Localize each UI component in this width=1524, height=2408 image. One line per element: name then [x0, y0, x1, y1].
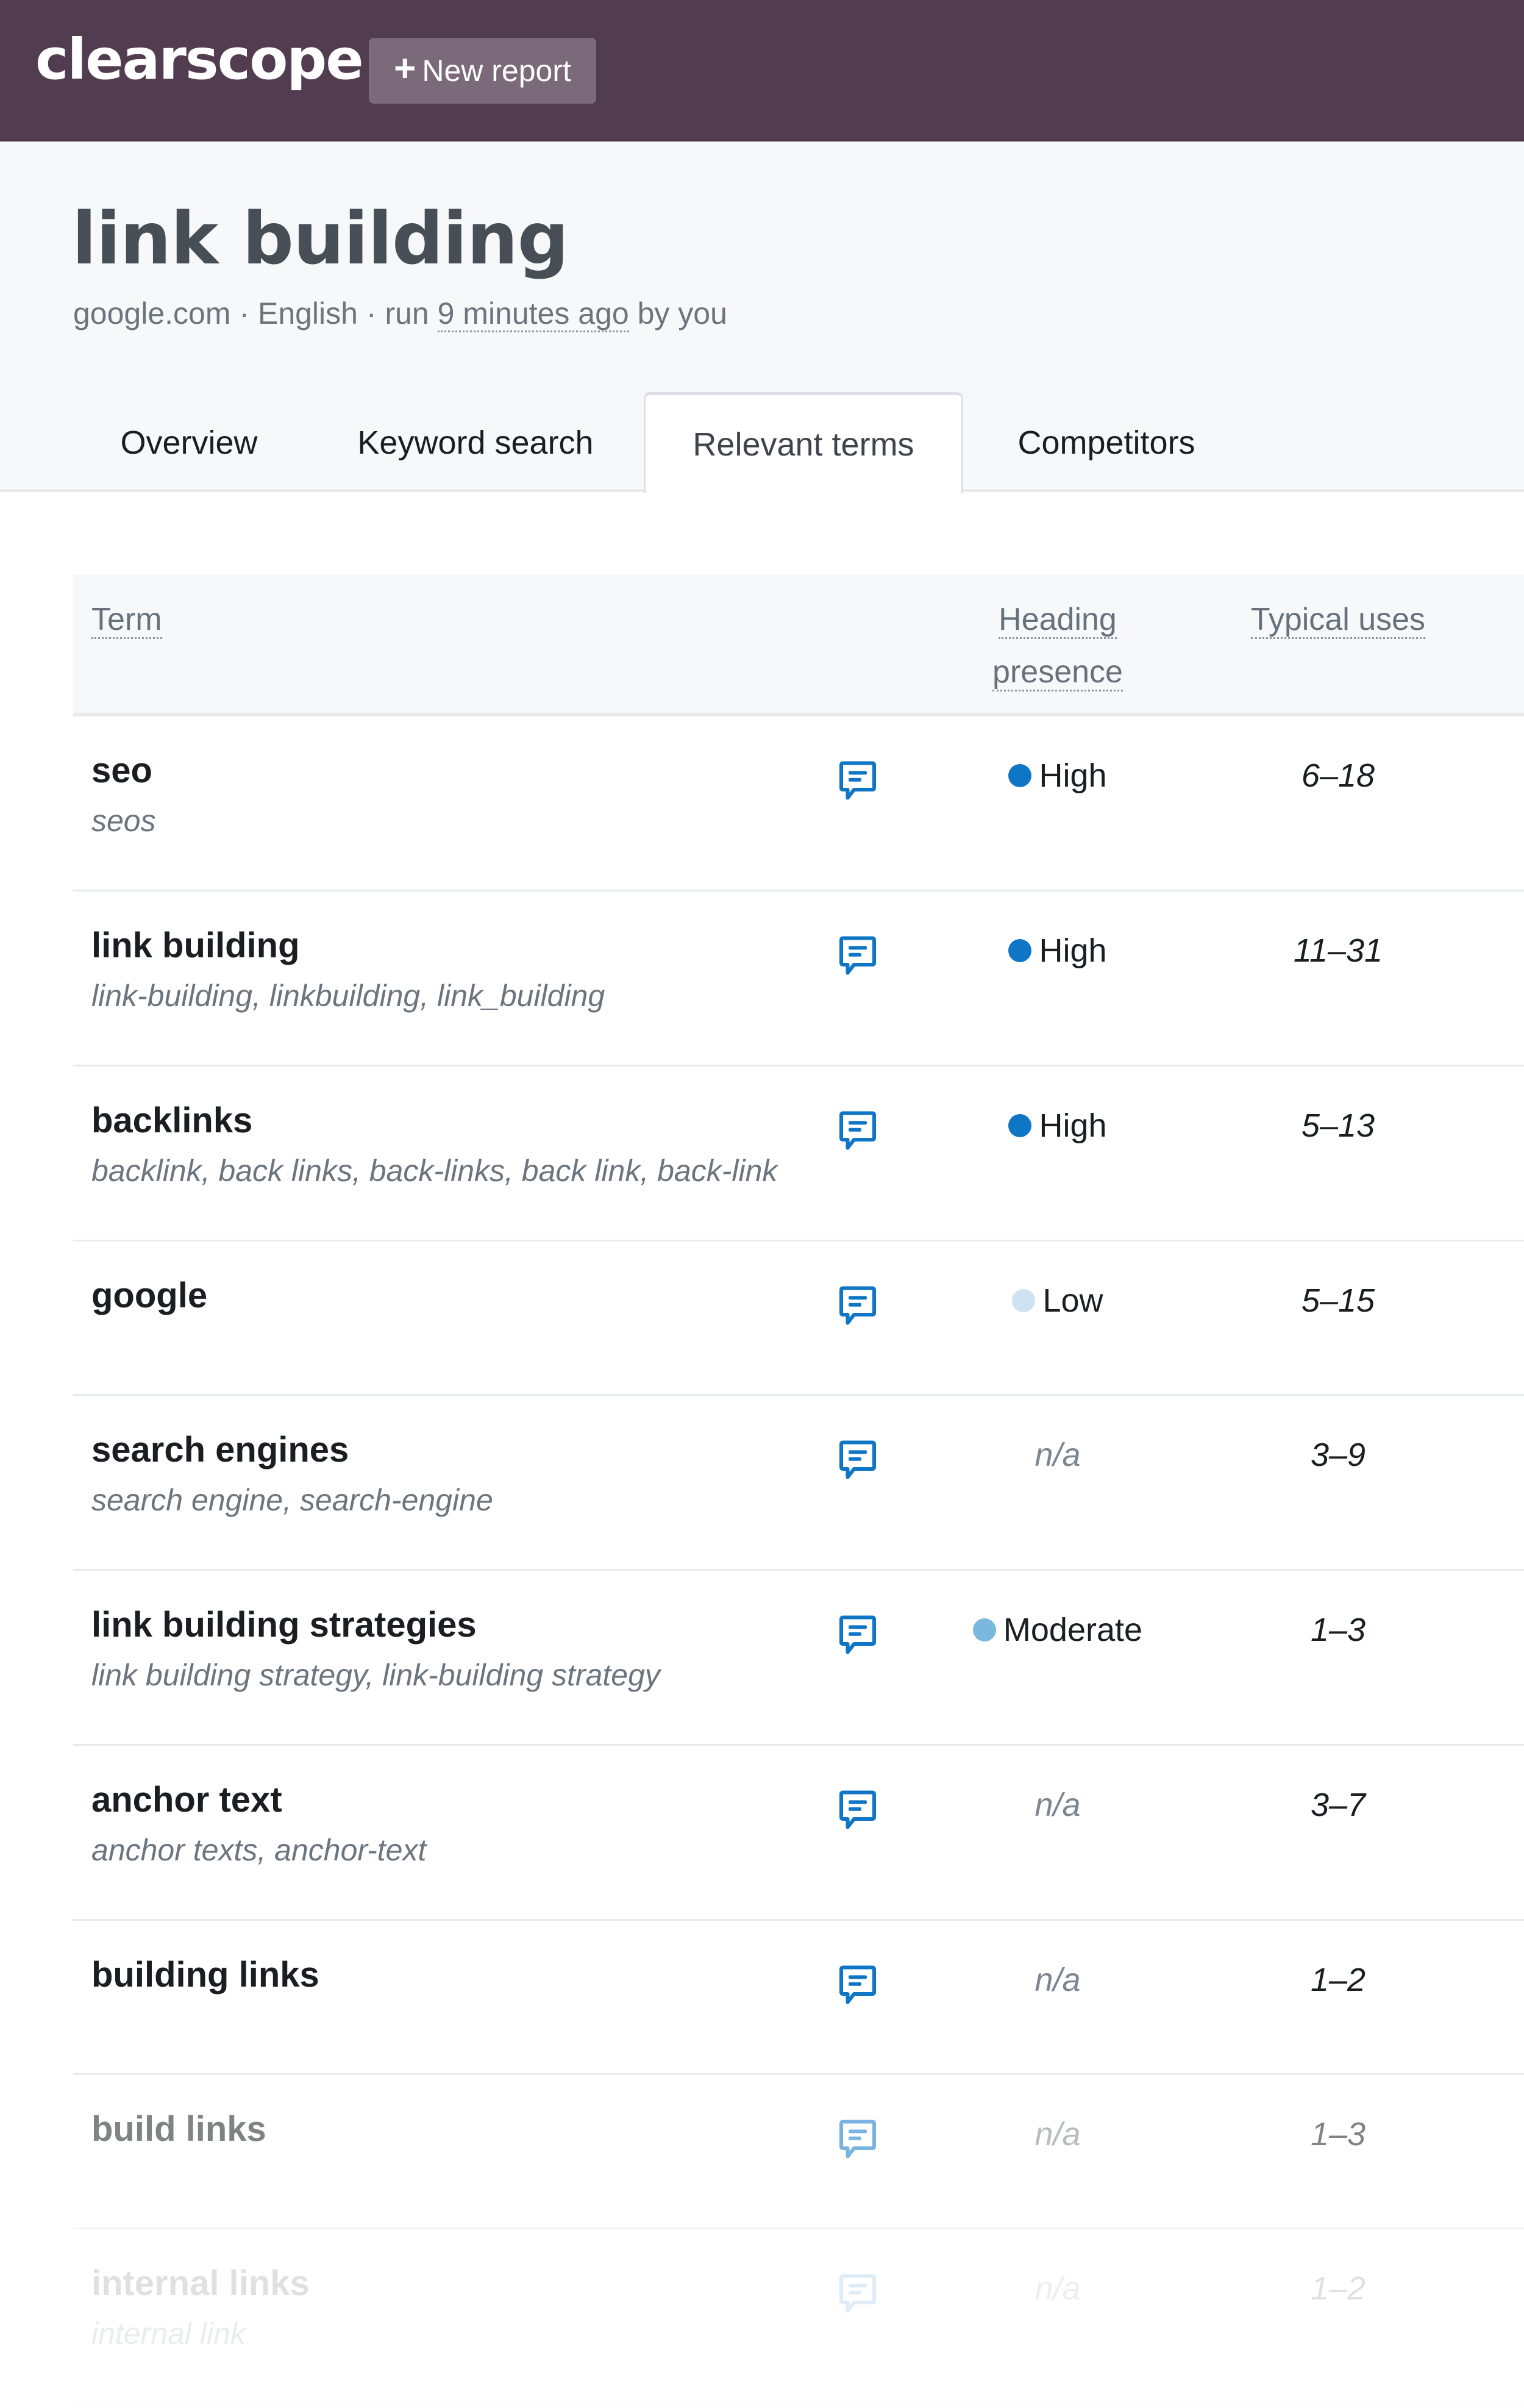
term-name: link building — [91, 926, 300, 965]
run-time[interactable]: 9 minutes ago — [437, 296, 629, 332]
term-name: anchor text — [91, 1780, 282, 1820]
typical-uses: 6–18 — [1301, 757, 1375, 794]
term-name: seo — [91, 751, 152, 790]
new-report-button[interactable]: + New report — [369, 38, 596, 104]
term-variants: search engine, search-engine — [91, 1483, 493, 1517]
term-name: building links — [91, 1955, 319, 1995]
presence-dot-icon — [972, 1618, 996, 1642]
heading-presence: High — [966, 1098, 1149, 1153]
relevant-terms-table: Term Heading presence Typical uses seo s… — [73, 575, 1524, 2404]
heading-presence: n/a — [966, 2107, 1149, 2162]
comment-icon[interactable] — [839, 2273, 876, 2313]
tab-relevant-terms[interactable]: Relevant terms — [644, 392, 963, 493]
table-row: link building strategies link building s… — [73, 1571, 1524, 1746]
clearscope-logo[interactable]: clearscope — [35, 32, 364, 88]
heading-presence: n/a — [966, 1427, 1149, 1482]
heading-presence: n/a — [966, 1777, 1149, 1832]
tab-competitors[interactable]: Competitors — [981, 392, 1231, 493]
comment-icon[interactable] — [839, 1110, 876, 1151]
presence-label: n/a — [1034, 1962, 1081, 1998]
comment-icon[interactable] — [839, 760, 876, 801]
term-variants: anchor texts, anchor-text — [91, 1833, 427, 1867]
term-variants: link-building, linkbuilding, link_buildi… — [91, 979, 605, 1013]
term-name: internal links — [91, 2263, 310, 2303]
presence-dot-icon — [1008, 939, 1032, 962]
typical-uses: 11–31 — [1293, 932, 1383, 969]
term-variants: backlink, back links, back-links, back l… — [91, 1154, 778, 1188]
table-row: backlinks backlink, back links, back-lin… — [73, 1066, 1524, 1242]
report-language: English — [257, 296, 358, 330]
table-row: search engines search engine, search-eng… — [73, 1396, 1524, 1571]
comment-icon[interactable] — [839, 1615, 876, 1655]
column-header-heading-presence[interactable]: Heading presence — [966, 593, 1149, 698]
presence-dot-icon — [1012, 1289, 1036, 1312]
presence-label: n/a — [1034, 1437, 1081, 1473]
presence-label: n/a — [1034, 1787, 1081, 1823]
table-body: seo seos High 6–18 link building link-bu… — [73, 716, 1524, 2404]
comment-icon[interactable] — [839, 1440, 876, 1480]
report-domain: google.com — [73, 296, 231, 330]
term-name: backlinks — [91, 1101, 253, 1140]
presence-label: High — [1039, 757, 1107, 794]
table-row: seo seos High 6–18 — [73, 716, 1524, 891]
heading-presence: High — [966, 923, 1149, 978]
meta-separator: · — [239, 296, 250, 330]
report-meta: google.com · English · run 9 minutes ago… — [73, 296, 727, 332]
run-suffix: by you — [637, 296, 727, 330]
run-prefix: run — [385, 296, 429, 330]
new-report-label: New report — [422, 54, 571, 88]
term-variants: internal link — [91, 2317, 246, 2351]
meta-separator: · — [366, 296, 377, 330]
table-row: building links n/a 1–2 — [73, 1921, 1524, 2075]
top-navbar: clearscope + New report — [0, 0, 1524, 141]
typical-uses: 1–2 — [1310, 1962, 1366, 1998]
heading-presence: n/a — [966, 2261, 1149, 2316]
presence-dot-icon — [1008, 1114, 1032, 1137]
comment-icon[interactable] — [839, 1285, 876, 1326]
table-header: Term Heading presence Typical uses — [73, 575, 1524, 716]
presence-label: High — [1039, 932, 1107, 969]
comment-icon[interactable] — [839, 935, 876, 976]
presence-label: Low — [1042, 1282, 1103, 1319]
typical-uses: 5–13 — [1301, 1107, 1375, 1144]
page-title: link building — [72, 196, 569, 280]
tab-keyword-search[interactable]: Keyword search — [338, 392, 613, 493]
table-row: internal links internal link n/a 1–2 — [73, 2229, 1524, 2404]
presence-label: n/a — [1034, 2116, 1081, 2153]
term-name: link building strategies — [91, 1605, 477, 1645]
typical-uses: 1–3 — [1310, 1612, 1366, 1648]
table-row: link building link-building, linkbuildin… — [73, 891, 1524, 1066]
heading-presence: Low — [966, 1273, 1149, 1328]
typical-uses: 1–3 — [1310, 2116, 1366, 2153]
typical-uses: 3–9 — [1310, 1437, 1366, 1473]
presence-label: High — [1039, 1107, 1107, 1144]
heading-presence: High — [966, 748, 1149, 803]
presence-label: Moderate — [1003, 1612, 1143, 1648]
table-row: google Low 5–15 — [73, 1242, 1524, 1396]
heading-presence: Moderate — [966, 1602, 1149, 1657]
table-row: anchor text anchor texts, anchor-text n/… — [73, 1746, 1524, 1921]
term-name: build links — [91, 2109, 266, 2149]
typical-uses: 5–15 — [1301, 1282, 1375, 1319]
heading-presence: n/a — [966, 1952, 1149, 2007]
column-header-term[interactable]: Term — [91, 593, 162, 646]
tab-overview[interactable]: Overview — [91, 392, 287, 493]
comment-icon[interactable] — [839, 1965, 876, 2005]
table-row: build links n/a 1–3 — [73, 2075, 1524, 2229]
typical-uses: 3–7 — [1310, 1787, 1366, 1823]
presence-dot-icon — [1008, 764, 1032, 787]
comment-icon[interactable] — [839, 1790, 876, 1830]
plus-icon: + — [394, 48, 416, 90]
term-variants: link building strategy, link-building st… — [91, 1658, 660, 1692]
term-variants: seos — [91, 804, 156, 838]
comment-icon[interactable] — [839, 2119, 876, 2159]
column-header-typical-uses[interactable]: Typical uses — [1228, 593, 1448, 646]
presence-label: n/a — [1034, 2270, 1081, 2307]
report-tabs: Overview Keyword search Relevant terms C… — [0, 392, 1524, 493]
term-name: search engines — [91, 1430, 349, 1470]
typical-uses: 1–2 — [1310, 2270, 1366, 2307]
term-name: google — [91, 1276, 208, 1315]
